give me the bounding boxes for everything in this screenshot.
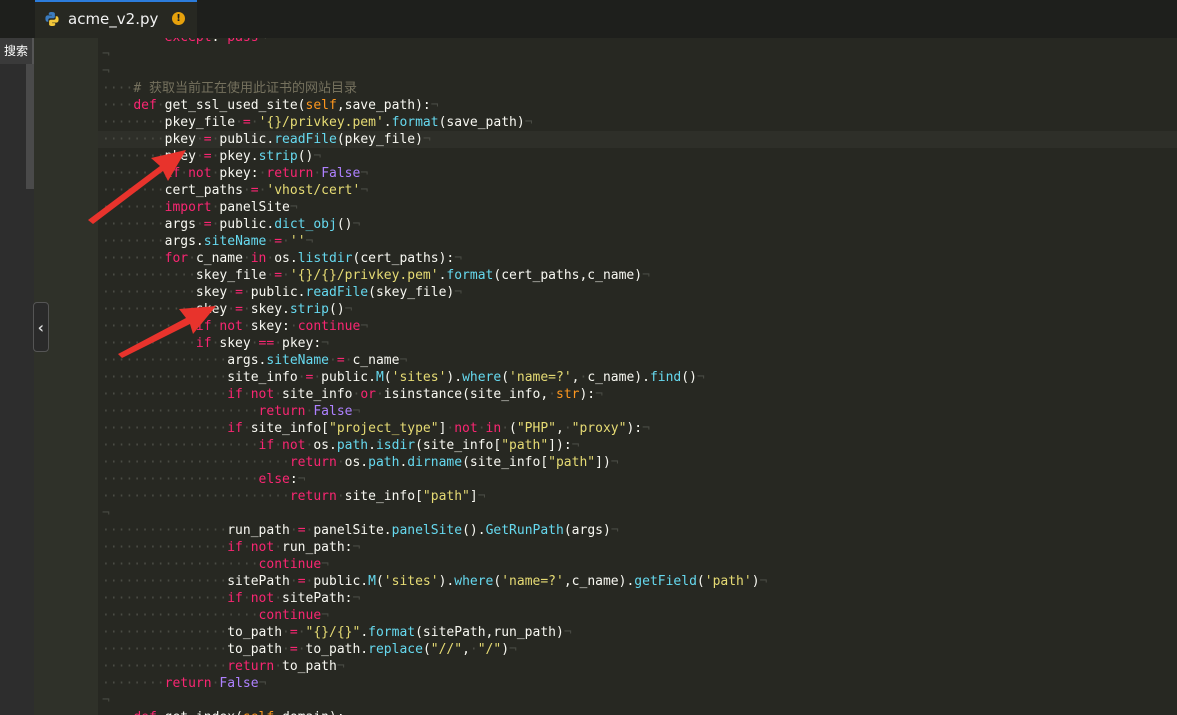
code-line[interactable]: 1854················args.siteName·=·c_na… <box>98 352 1177 369</box>
code-line[interactable]: 1873········return·False¬ <box>98 675 1177 692</box>
code-text: ········except:·pass¬ <box>102 38 266 46</box>
code-text: ············skey_file·=·'{}/{}/privkey.p… <box>102 268 650 283</box>
code-text: ················sitePath·=·public.M('sit… <box>102 574 768 589</box>
code-text: ············if·not·skey:·continue¬ <box>102 319 369 334</box>
code-line[interactable]: 1841········pkey·=·public.readFile(pkey_… <box>98 131 1177 148</box>
code-text: ········pkey·=·public.readFile(pkey_file… <box>102 132 431 147</box>
code-text: ················to_path·=·"{}/{}".format… <box>102 625 572 640</box>
code-line[interactable]: 1871················to_path·=·to_path.re… <box>98 641 1177 658</box>
sidebar-scrollbar[interactable] <box>26 64 34 189</box>
code-text: ········args.siteName·=·''¬ <box>102 234 314 249</box>
code-text: ········import·panelSite¬ <box>102 200 298 215</box>
code-text: ····················continue¬ <box>102 608 329 623</box>
code-line[interactable]: 1847········args.siteName·=·''¬ <box>98 233 1177 250</box>
code-text: ················run_path·=·panelSite.pan… <box>102 523 619 538</box>
code-text: ····················else:¬ <box>102 472 306 487</box>
code-line[interactable]: 1865▼················if·not·run_path:¬ <box>98 539 1177 556</box>
code-text: ················to_path·=·to_path.replac… <box>102 642 517 657</box>
code-line[interactable]: 1848▼········for·c_name·in·os.listdir(ce… <box>98 250 1177 267</box>
code-line[interactable]: 1855················site_info·=·public.M… <box>98 369 1177 386</box>
code-line[interactable]: 1849············skey_file·=·'{}/{}/privk… <box>98 267 1177 284</box>
code-lines: 1835········except:·pass¬1836¬1837¬1838·… <box>98 38 1177 715</box>
code-line[interactable]: 1870················to_path·=·"{}/{}".fo… <box>98 624 1177 641</box>
code-line[interactable]: 1861▼····················else:¬ <box>98 471 1177 488</box>
code-text: ¬ <box>102 64 110 79</box>
code-line[interactable]: 1875▼····def·get_index(self,domain):¬ <box>98 709 1177 715</box>
tab-filename: acme_v2.py <box>68 10 159 28</box>
code-text: ················if·not·site_info·or·isin… <box>102 387 603 402</box>
code-text: ············skey·=·public.readFile(skey_… <box>102 285 463 300</box>
code-line[interactable]: 1860························return·os.pa… <box>98 454 1177 471</box>
code-text: ····················return·False¬ <box>102 404 361 419</box>
code-text: ¬ <box>102 506 110 521</box>
code-line[interactable]: 1858▼················if·site_info["proje… <box>98 420 1177 437</box>
code-line[interactable]: 1872················return·to_path¬ <box>98 658 1177 675</box>
code-line[interactable]: 1836¬ <box>98 46 1177 63</box>
code-text: ¬ <box>102 693 110 708</box>
code-line[interactable]: 1857····················return·False¬ <box>98 403 1177 420</box>
code-line[interactable]: 1859▼····················if·not·os.path.… <box>98 437 1177 454</box>
code-line[interactable]: 1863¬ <box>98 505 1177 522</box>
code-line[interactable]: 1867················sitePath·=·public.M(… <box>98 573 1177 590</box>
code-line[interactable]: 1835········except:·pass¬ <box>98 38 1177 46</box>
code-text: ········if·not·pkey:·return·False¬ <box>102 166 369 181</box>
code-line[interactable]: 1842········pkey·=·pkey.strip()¬ <box>98 148 1177 165</box>
code-line[interactable]: 1869····················continue¬ <box>98 607 1177 624</box>
code-line[interactable]: 1866····················continue¬ <box>98 556 1177 573</box>
code-text: ················args.siteName·=·c_name¬ <box>102 353 408 368</box>
code-line[interactable]: 1874¬ <box>98 692 1177 709</box>
code-text: ················if·site_info["project_ty… <box>102 421 650 436</box>
search-tab[interactable]: 搜索 <box>0 38 34 64</box>
code-text: ········cert_paths·=·'vhost/cert'¬ <box>102 183 369 198</box>
code-line[interactable]: 1845········import·panelSite¬ <box>98 199 1177 216</box>
code-line[interactable]: 1846········args·=·public.dict_obj()¬ <box>98 216 1177 233</box>
code-text: ················site_info·=·public.M('si… <box>102 370 705 385</box>
code-line[interactable]: 1868▼················if·not·sitePath:¬ <box>98 590 1177 607</box>
code-line[interactable]: 1864················run_path·=·panelSite… <box>98 522 1177 539</box>
code-text: ························return·os.path.d… <box>102 455 619 470</box>
code-text: ····def·get_index(self,domain):¬ <box>102 709 353 715</box>
code-line[interactable]: 1839▼····def·get_ssl_used_site(self,save… <box>98 97 1177 114</box>
code-text: ········pkey·=·pkey.strip()¬ <box>102 149 322 164</box>
code-text: ························return·site_info… <box>102 489 486 504</box>
code-text: ················if·not·run_path:¬ <box>102 540 361 555</box>
code-line[interactable]: 1850············skey·=·public.readFile(s… <box>98 284 1177 301</box>
code-line[interactable]: 1843········if·not·pkey:·return·False¬ <box>98 165 1177 182</box>
code-text: ············skey·=·skey.strip()¬ <box>102 302 353 317</box>
code-text: ········for·c_name·in·os.listdir(cert_pa… <box>102 251 463 266</box>
code-text: ····# 获取当前正在使用此证书的网站目录 <box>102 81 357 96</box>
code-text: ········args·=·public.dict_obj()¬ <box>102 217 361 232</box>
code-line[interactable]: 1840········pkey_file·=·'{}/privkey.pem'… <box>98 114 1177 131</box>
code-line[interactable]: 1853▼············if·skey·==·pkey:¬ <box>98 335 1177 352</box>
code-line[interactable]: 1837¬ <box>98 63 1177 80</box>
code-text: ················if·not·sitePath:¬ <box>102 591 361 606</box>
file-tab[interactable]: acme_v2.py ! <box>35 0 197 38</box>
code-line[interactable]: 1851············skey·=·skey.strip()¬ <box>98 301 1177 318</box>
python-icon <box>45 12 59 26</box>
code-editor[interactable]: 1835········except:·pass¬1836¬1837¬1838·… <box>98 38 1177 715</box>
code-text: ¬ <box>102 47 110 62</box>
code-line[interactable]: 1838····# 获取当前正在使用此证书的网站目录 <box>98 80 1177 97</box>
line-number-gutter <box>34 38 98 715</box>
code-text: ············if·skey·==·pkey:¬ <box>102 336 329 351</box>
code-text: ················return·to_path¬ <box>102 659 345 674</box>
code-line[interactable]: 1862························return·site_… <box>98 488 1177 505</box>
chevron-left-icon[interactable]: ‹ <box>33 302 49 352</box>
code-line[interactable]: 1844········cert_paths·=·'vhost/cert'¬ <box>98 182 1177 199</box>
code-line[interactable]: 1852············if·not·skey:·continue¬ <box>98 318 1177 335</box>
code-text: ········pkey_file·=·'{}/privkey.pem'.for… <box>102 115 533 130</box>
code-text: ····def·get_ssl_used_site(self,save_path… <box>102 98 439 113</box>
code-text: ········return·False¬ <box>102 676 267 691</box>
code-line[interactable]: 1856▼················if·not·site_info·or… <box>98 386 1177 403</box>
code-text: ····················if·not·os.path.isdir… <box>102 438 580 453</box>
warning-icon: ! <box>172 12 185 25</box>
code-text: ····················continue¬ <box>102 557 329 572</box>
